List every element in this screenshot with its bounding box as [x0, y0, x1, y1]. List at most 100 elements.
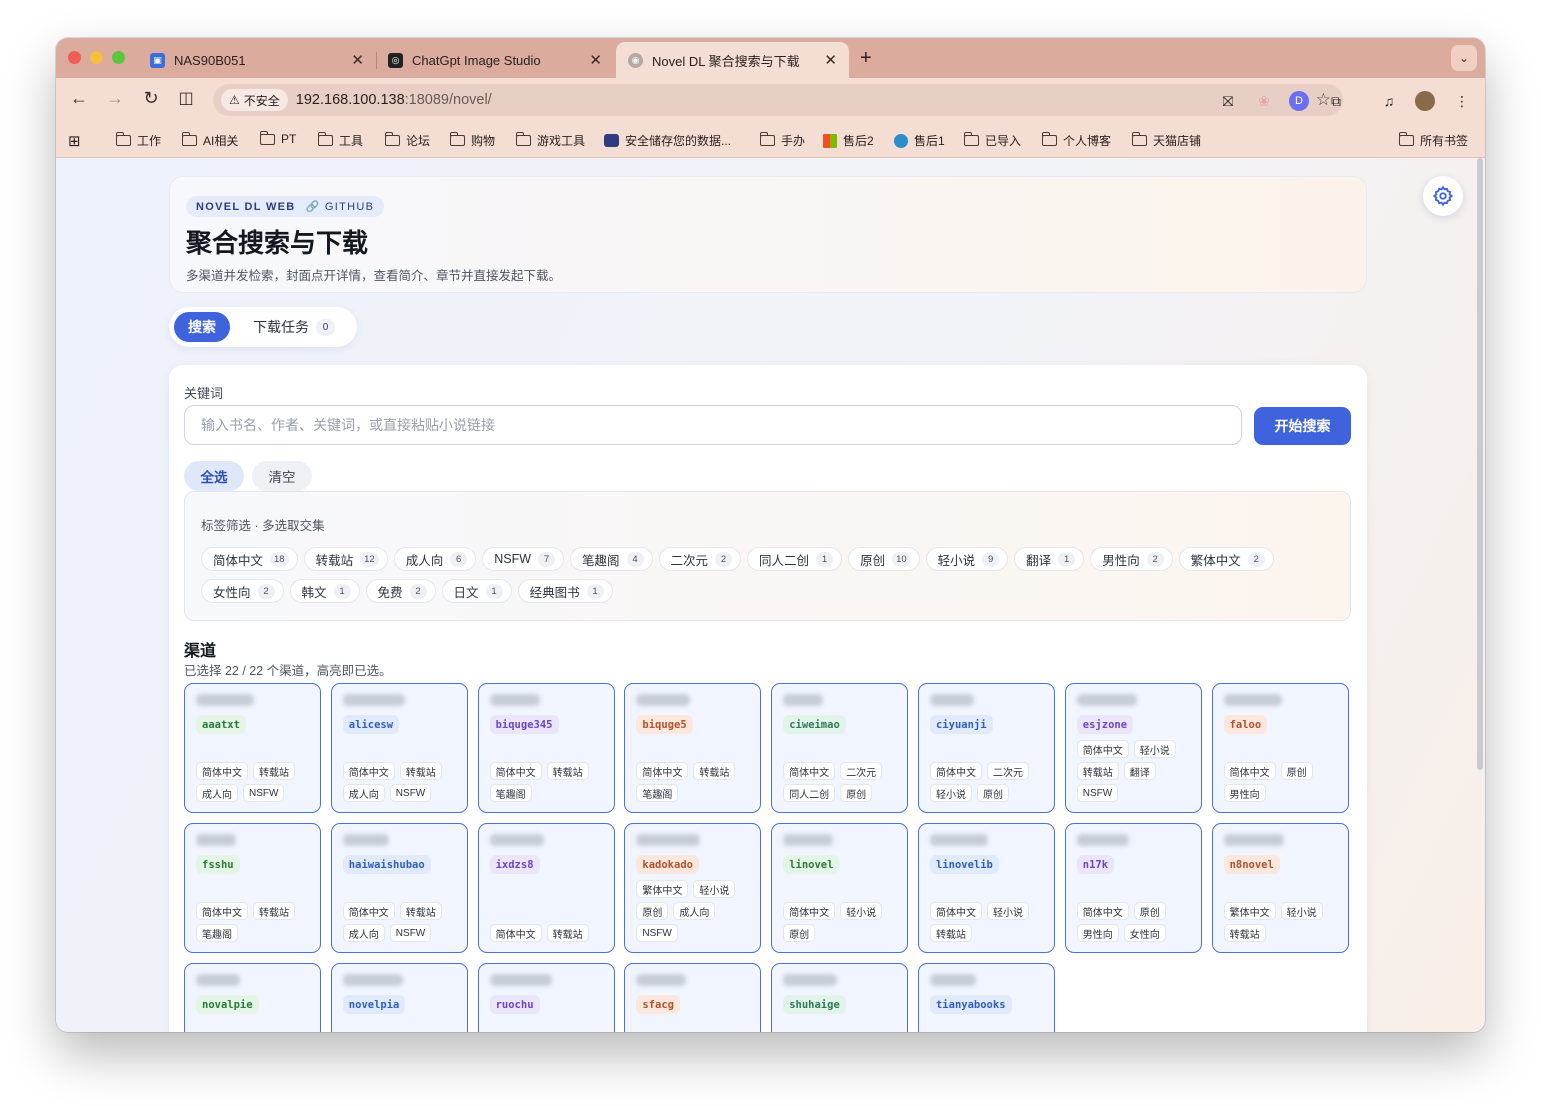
maximize-window-button[interactable]: [112, 51, 125, 64]
channel-card[interactable]: kadokado 繁体中文 轻小说 原创 成人向 NSFW: [624, 823, 762, 953]
channel-card[interactable]: linovelib 简体中文 轻小说 转载站: [917, 823, 1055, 953]
channel-id-badge: shuhaige: [783, 995, 846, 1014]
bookmark-folder[interactable]: 个人博客: [1041, 132, 1111, 149]
bookmark-folder[interactable]: AI相关: [181, 132, 238, 149]
bookmark-link[interactable]: 售后1: [894, 132, 945, 149]
split-view-icon[interactable]: ◫: [173, 88, 199, 108]
channel-card[interactable]: n17k 简体中文 原创 男性向 女性向: [1064, 823, 1202, 953]
warning-icon: ⚠: [229, 93, 240, 107]
clear-button[interactable]: 清空: [252, 461, 312, 491]
channel-card[interactable]: esjzone 简体中文 轻小说 转载站 翻译 NSFW: [1064, 683, 1202, 813]
channel-card[interactable]: ruochu: [477, 963, 615, 1032]
channel-card[interactable]: alicesw 简体中文 转载站 成人向 NSFW: [330, 683, 468, 813]
filter-tag[interactable]: 轻小说 9: [925, 547, 1009, 571]
channel-tag: 同人二创: [783, 784, 836, 802]
close-tab-icon[interactable]: ✕: [351, 51, 364, 69]
extension-icon-3[interactable]: D: [1289, 91, 1309, 111]
extension-icon-2[interactable]: ❀: [1254, 91, 1274, 111]
media-controls-icon[interactable]: ♫: [1379, 91, 1399, 111]
vault-icon: [604, 134, 619, 147]
filter-tag[interactable]: NSFW 7: [482, 547, 565, 571]
filter-tag[interactable]: 男性向 2: [1090, 547, 1173, 571]
search-input[interactable]: 输入书名、作者、关键词，或直接粘贴小说链接: [184, 405, 1242, 445]
channel-card[interactable]: novelpia日文原创免费: [330, 963, 468, 1032]
filter-tag[interactable]: 经典图书 1: [517, 579, 613, 603]
browser-tab-novel-dl[interactable]: ◉ Novel DL 聚合搜索与下载 ✕: [616, 42, 849, 78]
filter-tag[interactable]: 免费 2: [365, 579, 436, 603]
filter-tag[interactable]: 转载站 12: [303, 547, 388, 571]
filter-tag[interactable]: 女性向 2: [201, 579, 284, 603]
filter-tag[interactable]: 同人二创 1: [747, 547, 843, 571]
channel-tag: 原创: [976, 784, 1009, 802]
channel-card[interactable]: shuhaige: [771, 963, 909, 1032]
tab-search[interactable]: 搜索: [174, 312, 230, 342]
tab-downloads[interactable]: 下载任务 0: [239, 312, 349, 342]
minimize-window-button[interactable]: [90, 51, 103, 64]
channel-card[interactable]: haiwaishubao 简体中文 转载站 成人向 NSFW: [330, 823, 468, 953]
filter-tag[interactable]: 韩文 1: [289, 579, 360, 603]
filter-tag[interactable]: 繁体中文 2: [1178, 547, 1274, 571]
back-icon[interactable]: ←: [66, 88, 92, 109]
channel-name-blurred: [1223, 694, 1282, 706]
address-bar[interactable]: ⚠ 不安全 192.168.100.138:18089/novel/ ☆: [213, 84, 1343, 116]
filter-tag-label: 笔趣阁: [582, 553, 620, 568]
channel-card[interactable]: fsshu 简体中文 转载站 笔趣阁: [184, 823, 321, 953]
channel-card[interactable]: n8novel 繁体中文 轻小说 转载站: [1211, 823, 1349, 953]
reload-icon[interactable]: ↻: [138, 88, 164, 109]
close-tab-icon[interactable]: ✕: [824, 51, 837, 69]
new-tab-icon[interactable]: +: [860, 47, 872, 70]
bookmark-folder[interactable]: PT: [259, 130, 296, 146]
channel-card[interactable]: biquge345 简体中文 转载站 笔趣阁: [477, 683, 615, 813]
channel-card[interactable]: faloo 简体中文 原创 男性向: [1211, 683, 1349, 813]
bookmark-link[interactable]: 安全储存您的数据...: [604, 132, 731, 149]
channel-name-blurred: [783, 834, 834, 846]
filter-tag[interactable]: 翻译 1: [1014, 547, 1085, 571]
tab-label: 搜索: [188, 319, 216, 335]
tab-search-chevron-icon[interactable]: ⌄: [1451, 45, 1477, 71]
bookmark-folder[interactable]: 工具: [317, 132, 363, 149]
filter-tag-count: 1: [333, 583, 351, 599]
channel-card[interactable]: tianyabooks: [917, 963, 1055, 1032]
profile-avatar[interactable]: [1415, 91, 1435, 111]
filter-tag[interactable]: 二次元 2: [658, 547, 742, 571]
extensions-puzzle-icon[interactable]: ⧉: [1326, 91, 1346, 111]
channel-card[interactable]: aaatxt 简体中文 转载站 成人向 NSFW: [184, 683, 321, 813]
channel-tag: 翻译: [1123, 762, 1156, 780]
filter-tag[interactable]: 笔趣阁 4: [570, 547, 653, 571]
filter-tag[interactable]: 日文 1: [441, 579, 512, 603]
settings-gear-icon[interactable]: [1423, 176, 1463, 216]
bookmark-folder[interactable]: 游戏工具: [515, 132, 585, 149]
browser-tab-chatgpt[interactable]: ◎ ChatGpt Image Studio ✕: [376, 42, 614, 78]
menu-kebab-icon[interactable]: ⋮: [1452, 91, 1472, 111]
filter-tag[interactable]: 原创 10: [848, 547, 920, 571]
close-tab-icon[interactable]: ✕: [589, 51, 602, 69]
channel-card[interactable]: ciweimao 简体中文 二次元 同人二创 原创: [771, 683, 909, 813]
channel-card[interactable]: ciyuanji 简体中文 二次元 轻小说 原创: [917, 683, 1055, 813]
bookmark-folder[interactable]: 手办: [759, 132, 805, 149]
channel-card[interactable]: sfacg: [624, 963, 762, 1032]
bookmark-folder[interactable]: 天猫店铺: [1131, 132, 1201, 149]
channel-card[interactable]: ixdzs8 简体中文 转载站: [477, 823, 615, 953]
bookmark-folder[interactable]: 已导入: [963, 132, 1021, 149]
bookmark-folder[interactable]: 购物: [449, 132, 495, 149]
forward-icon[interactable]: →: [102, 88, 128, 109]
filter-tag[interactable]: 简体中文 18: [201, 547, 298, 571]
channel-card[interactable]: novalpie韩文原创免费: [184, 963, 321, 1032]
bookmark-link[interactable]: 售后2: [823, 132, 874, 149]
bookmark-folder[interactable]: 工作: [115, 132, 161, 149]
extension-icon-1[interactable]: ⛝: [1218, 91, 1238, 111]
apps-grid-icon[interactable]: ⊞: [68, 132, 81, 150]
bookmark-label: 售后2: [843, 134, 874, 148]
bookmark-folder[interactable]: 论坛: [384, 132, 430, 149]
select-all-button[interactable]: 全选: [184, 461, 244, 491]
filter-tag[interactable]: 成人向 6: [393, 547, 477, 571]
close-window-button[interactable]: [68, 51, 81, 64]
page-scrollbar[interactable]: [1477, 158, 1483, 770]
github-link[interactable]: 🔗 GITHUB: [306, 200, 375, 213]
all-bookmarks[interactable]: 所有书签: [1398, 132, 1468, 149]
security-indicator[interactable]: ⚠ 不安全: [221, 89, 288, 111]
channel-card[interactable]: biquge5 简体中文 转载站 笔趣阁: [624, 683, 762, 813]
channel-card[interactable]: linovel 简体中文 轻小说 原创: [771, 823, 909, 953]
start-search-button[interactable]: 开始搜索: [1254, 407, 1351, 445]
browser-tab-nas[interactable]: ▣ NAS90B051 ✕: [138, 42, 377, 78]
